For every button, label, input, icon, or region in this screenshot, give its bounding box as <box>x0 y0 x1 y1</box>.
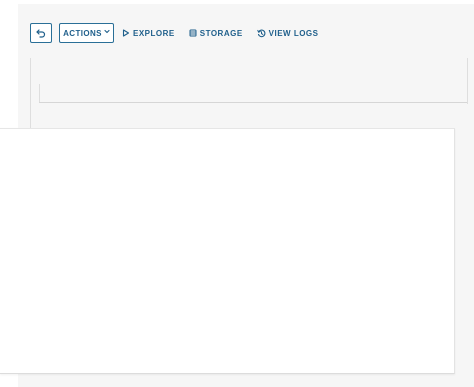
back-button[interactable] <box>30 23 52 43</box>
explore-button[interactable]: EXPLORE <box>122 23 175 43</box>
divider <box>39 84 40 103</box>
view-logs-label: VIEW LOGS <box>268 28 319 38</box>
actions-dropdown-button[interactable]: ACTIONS <box>59 23 114 43</box>
divider <box>30 104 31 128</box>
explore-label: EXPLORE <box>133 28 175 38</box>
actions-label: ACTIONS <box>63 28 102 38</box>
main-content-area <box>0 128 455 374</box>
play-outline-icon <box>122 29 130 37</box>
view-logs-button[interactable]: VIEW LOGS <box>256 23 319 43</box>
database-icon <box>189 29 197 37</box>
toolbar: ACTIONS EXPLORE STORAGE VIEW LOGS <box>30 23 333 43</box>
undo-arrow-icon <box>36 28 46 38</box>
panel-card <box>30 58 468 104</box>
divider <box>39 102 467 103</box>
storage-label: STORAGE <box>199 28 243 38</box>
history-icon <box>256 29 266 38</box>
chevron-down-icon <box>104 29 110 36</box>
storage-button[interactable]: STORAGE <box>189 23 243 43</box>
